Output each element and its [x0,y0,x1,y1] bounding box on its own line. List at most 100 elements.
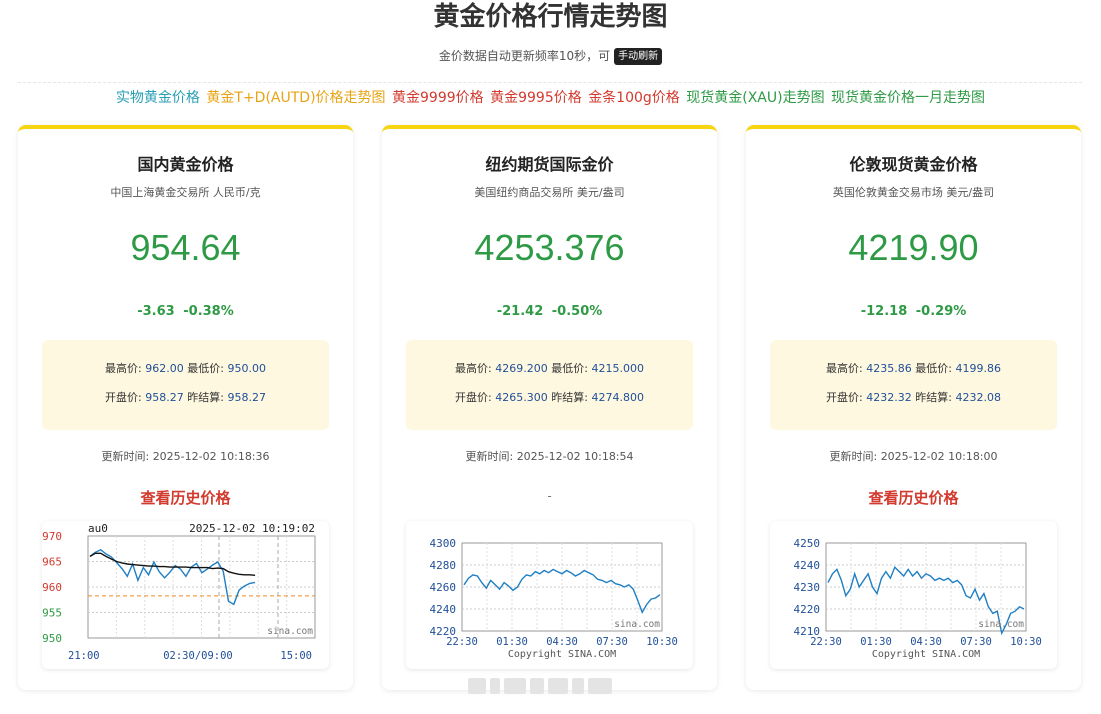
x-tick-label: 01:30 [860,636,892,648]
card-ny-futures-gold: 纽约期货国际金价 美国纽约商品交易所 美元/盎司 4253.376 -21.42… [382,125,717,690]
chart-london-spot-gold[interactable]: 4250 4240 4230 4220 4210 22:30 01:30 04:30 07:30… [770,521,1057,669]
low-value: 4199.86 [955,362,1001,375]
x-tick-label: 02:30/09:00 [163,650,233,662]
update-value: 2025-12-02 10:18:00 [880,450,998,463]
open-value: 4265.300 [495,391,548,404]
link-gold-9999[interactable]: 黄金9999价格 [392,90,484,106]
card-source: 中国上海黄金交易所 人民币/克 [110,186,261,199]
x-tick-label: 22:30 [446,636,478,648]
y-tick-label: 4250 [794,537,821,550]
open-label: 开盘价: [105,391,142,404]
chart-watermark: sina.com [978,619,1024,630]
low-label: 最低价: [551,362,588,375]
open-value: 4232.32 [866,391,912,404]
change-value: -3.63 [137,304,175,319]
y-tick-label: 955 [42,607,62,620]
chart-symbol: au0 [88,522,108,535]
y-tick-label: 960 [42,581,62,594]
x-tick-label: 10:30 [646,636,678,648]
stats-panel: 最高价: 962.00 最低价: 950.00 开盘价: 958.27 昨结算:… [42,340,329,430]
y-tick-label: 4240 [794,559,821,572]
current-price: 4253.376 [474,227,625,268]
high-label: 最高价: [105,362,142,375]
y-tick-label: 970 [42,530,62,543]
low-label: 最低价: [915,362,952,375]
high-label: 最高价: [455,362,492,375]
y-tick-label: 4230 [794,581,821,594]
x-tick-label: 04:30 [546,636,578,648]
y-tick-label: 4300 [430,537,457,550]
chart-svg: 4250424042304220421022:30 01:30 04:30 07:30… [794,537,1042,660]
history-price-link[interactable]: 查看历史价格 [18,487,353,508]
open-label: 开盘价: [826,391,863,404]
high-value: 4235.86 [866,362,912,375]
update-label: 更新时间: [101,450,150,463]
high-label: 最高价: [826,362,863,375]
change-percent: -0.29% [915,304,967,319]
y-tick-label: 4240 [430,603,457,616]
y-tick-label: 950 [42,632,62,645]
change-value: -21.42 [496,304,544,319]
y-tick-label: 4280 [430,559,457,572]
x-tick-label: 21:00 [68,650,100,662]
link-gold-9995[interactable]: 黄金9995价格 [490,90,582,106]
update-time: 更新时间: 2025-12-02 10:18:36 [18,448,353,464]
card-domestic-gold: 国内黄金价格 中国上海黄金交易所 人民币/克 954.64 -3.63 -0.3… [18,125,353,690]
x-tick-label: 01:30 [496,636,528,648]
history-price-link[interactable]: 查看历史价格 [746,487,1081,508]
chart-ny-futures-gold[interactable]: 4300 4280 4260 4240 4220 22:30 01:30 04:30 07:30… [406,521,693,669]
card-london-spot-gold: 伦敦现货黄金价格 英国伦敦黄金交易市场 美元/盎司 4219.90 -12.18… [746,125,1081,690]
subtitle-text: 金价数据自动更新频率10秒，可 [438,49,611,63]
change-percent: -0.50% [551,304,603,319]
divider [18,82,1082,83]
stats-panel: 最高价: 4269.200 最低价: 4215.000 开盘价: 4265.30… [406,340,693,430]
card-title: 国内黄金价格 [137,155,234,174]
chart-watermark: sina.com [614,619,660,630]
stats-panel: 最高价: 4235.86 最低价: 4199.86 开盘价: 4232.32 昨… [770,340,1057,430]
x-tick-label: 04:30 [910,636,942,648]
y-tick-label: 4260 [430,581,457,594]
high-value: 4269.200 [495,362,548,375]
link-gold-bar-100g[interactable]: 金条100g价格 [588,90,680,106]
card-title: 纽约期货国际金价 [485,155,614,174]
prev-settle-label: 昨结算: [187,391,224,404]
chart-svg: 970 965 960 955 950 21:00 02:30/09:00 15:00 au0 2… [42,522,316,662]
prev-settle-value: 4274.800 [591,391,644,404]
update-label: 更新时间: [829,450,878,463]
y-tick-label: 4220 [794,603,821,616]
current-price: 4219.90 [848,227,979,268]
link-xau-month-chart[interactable]: 现货黄金价格一月走势图 [831,90,985,106]
prev-settle-value: 4232.08 [955,391,1001,404]
link-autd[interactable]: 黄金T+D(AUTD)价格走势图 [206,90,385,106]
x-tick-label: 15:00 [280,650,312,662]
link-physical-gold[interactable]: 实物黄金价格 [116,90,200,106]
chart-watermark: sina.com [267,626,313,637]
chart-timestamp: 2025-12-02 10:19:02 [189,522,315,535]
y-tick-label: 965 [42,556,62,569]
history-placeholder: - [547,489,552,503]
page-title: 黄金价格行情走势图 [433,2,668,32]
low-label: 最低价: [187,362,224,375]
x-tick-label: 22:30 [810,636,842,648]
high-value: 962.00 [145,362,184,375]
card-source: 英国伦敦黄金交易市场 美元/盎司 [832,186,995,199]
prev-settle-label: 昨结算: [915,391,952,404]
chart-copyright: Copyright SINA.COM [508,649,616,660]
current-price: 954.64 [130,227,241,268]
update-label: 更新时间: [465,450,514,463]
x-tick-label: 07:30 [596,636,628,648]
change-value: -12.18 [860,304,908,319]
update-value: 2025-12-02 10:18:36 [152,450,270,463]
x-tick-label: 10:30 [1010,636,1042,648]
chart-copyright: Copyright SINA.COM [872,649,980,660]
blurred-footer [468,678,628,698]
chart-domestic-gold[interactable]: 970 965 960 955 950 21:00 02:30/09:00 15:00 au0 2… [42,521,329,669]
prev-settle-value: 958.27 [227,391,266,404]
open-label: 开盘价: [455,391,492,404]
open-value: 958.27 [145,391,184,404]
link-xau-chart[interactable]: 现货黄金(XAU)走势图 [686,90,824,106]
manual-refresh-button[interactable]: 手动刷新 [614,48,663,65]
prev-settle-label: 昨结算: [551,391,588,404]
quick-links: 实物黄金价格 黄金T+D(AUTD)价格走势图 黄金9999价格 黄金9995价… [0,87,1101,109]
update-time: 更新时间: 2025-12-02 10:18:54 [382,448,717,464]
